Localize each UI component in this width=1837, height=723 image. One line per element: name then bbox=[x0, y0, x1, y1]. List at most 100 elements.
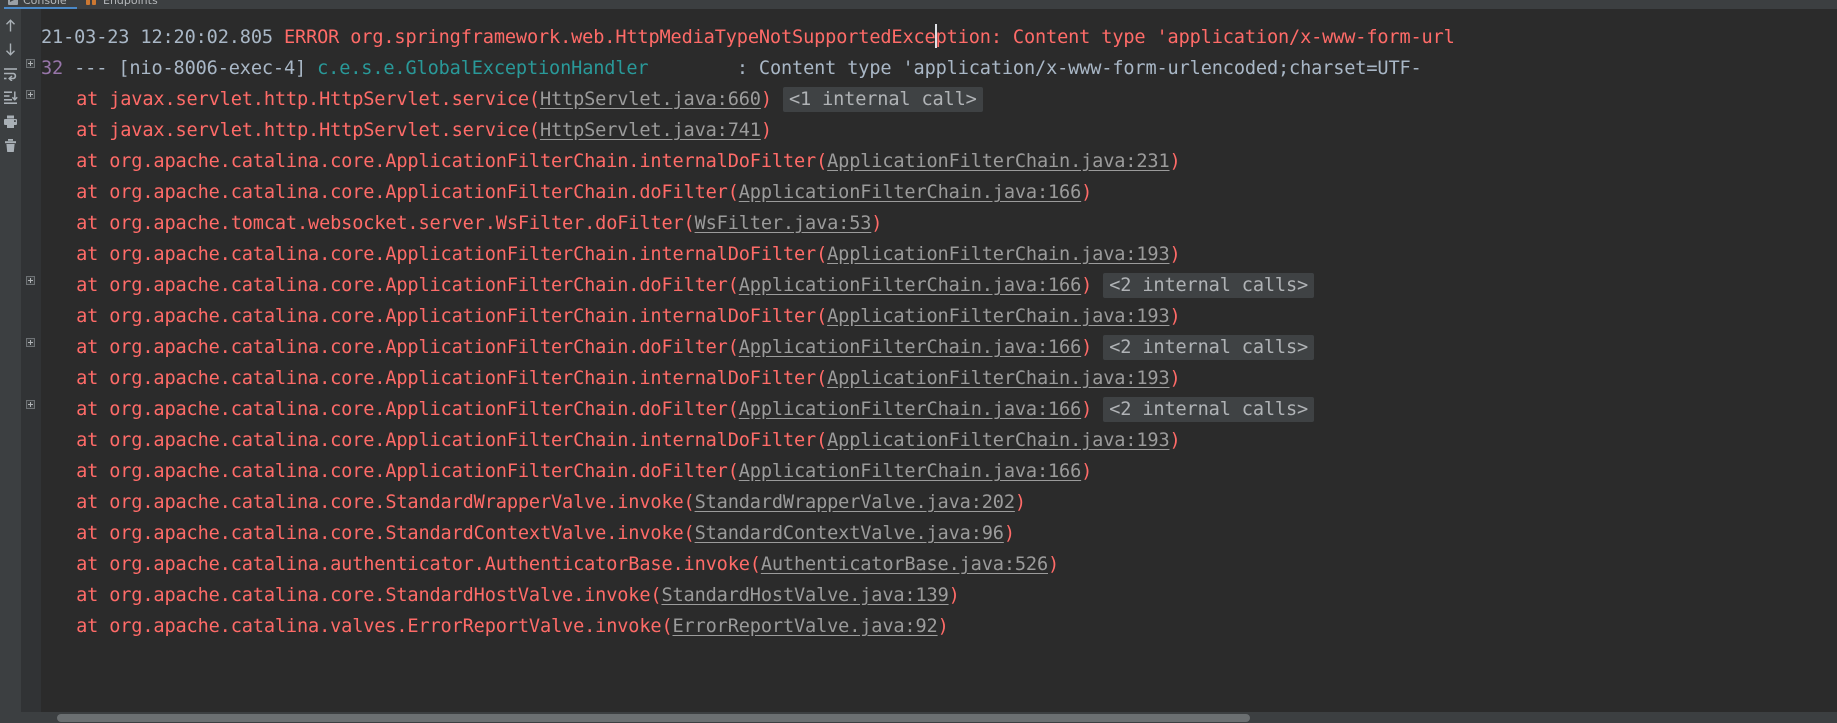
soft-wrap-icon[interactable] bbox=[0, 61, 21, 85]
source-link[interactable]: ApplicationFilterChain.java:193 bbox=[827, 368, 1170, 389]
line-text: ) bbox=[871, 213, 883, 234]
internal-calls-badge: <1 internal call> bbox=[782, 87, 983, 112]
line-text: at org.apache.catalina.valves.ErrorRepor… bbox=[54, 616, 673, 637]
console-toolbar bbox=[0, 9, 21, 723]
console-line[interactable]: at org.apache.catalina.authenticator.Aut… bbox=[41, 550, 1059, 581]
expand-fold-icon[interactable] bbox=[26, 59, 35, 68]
line-text: ption: Content type 'application/x-www-f… bbox=[935, 27, 1455, 48]
console-line[interactable]: at org.apache.catalina.core.ApplicationF… bbox=[41, 457, 1092, 488]
expand-fold-icon[interactable] bbox=[26, 338, 35, 347]
console-line[interactable]: at org.apache.tomcat.websocket.server.Ws… bbox=[41, 209, 882, 240]
console-line[interactable]: at javax.servlet.http.HttpServlet.servic… bbox=[41, 116, 772, 147]
console-line[interactable]: at javax.servlet.http.HttpServlet.servic… bbox=[41, 85, 983, 116]
horizontal-scrollbar-track[interactable] bbox=[21, 712, 1837, 723]
source-link[interactable]: ApplicationFilterChain.java:193 bbox=[827, 306, 1170, 327]
source-link[interactable]: HttpServlet.java:741 bbox=[540, 120, 761, 141]
scrollbar-corner bbox=[0, 712, 21, 723]
console-line[interactable]: at org.apache.catalina.core.ApplicationF… bbox=[41, 426, 1181, 457]
trash-icon[interactable] bbox=[0, 133, 21, 157]
source-link[interactable]: StandardWrapperValve.java:202 bbox=[695, 492, 1015, 513]
line-text: --- [nio-8006-exec-4] bbox=[63, 58, 318, 79]
line-text: at org.apache.catalina.core.ApplicationF… bbox=[54, 461, 739, 482]
logger-name: c.e.s.e.GlobalExceptionHandler bbox=[317, 58, 649, 79]
console-line[interactable]: at org.apache.catalina.core.StandardHost… bbox=[41, 581, 960, 612]
internal-calls-badge: <2 internal calls> bbox=[1103, 397, 1315, 422]
console-line[interactable]: 32 --- [nio-8006-exec-4] c.e.s.e.GlobalE… bbox=[41, 54, 1422, 85]
horizontal-scrollbar-thumb[interactable] bbox=[57, 714, 1250, 722]
source-link[interactable]: ApplicationFilterChain.java:193 bbox=[827, 430, 1170, 451]
line-text: at org.apache.catalina.core.ApplicationF… bbox=[54, 275, 739, 296]
source-link[interactable]: StandardHostValve.java:139 bbox=[661, 585, 948, 606]
line-text: ) bbox=[1081, 275, 1104, 296]
console-line[interactable]: at org.apache.catalina.core.StandardCont… bbox=[41, 519, 1015, 550]
source-link[interactable]: ApplicationFilterChain.java:166 bbox=[739, 461, 1082, 482]
source-link[interactable]: WsFilter.java:53 bbox=[695, 213, 872, 234]
internal-calls-badge: <2 internal calls> bbox=[1103, 273, 1315, 298]
line-text: at org.apache.catalina.core.ApplicationF… bbox=[54, 399, 739, 420]
source-link[interactable]: ErrorReportValve.java:92 bbox=[673, 616, 938, 637]
line-text: : Content type 'application/x-www-form-u… bbox=[648, 58, 1422, 79]
tab-console-label: Console bbox=[23, 0, 67, 7]
line-text: at org.apache.catalina.core.ApplicationF… bbox=[54, 368, 828, 389]
line-text: ) bbox=[1169, 244, 1181, 265]
console-output-panel[interactable]: 21-03-23 12:20:02.805 ERROR org.springfr… bbox=[21, 9, 1837, 723]
line-text: ) bbox=[760, 120, 772, 141]
line-text: ) bbox=[937, 616, 949, 637]
source-link[interactable]: AuthenticatorBase.java:526 bbox=[761, 554, 1048, 575]
console-lines: 21-03-23 12:20:02.805 ERROR org.springfr… bbox=[41, 9, 1837, 723]
console-line[interactable]: at org.apache.catalina.core.ApplicationF… bbox=[41, 271, 1315, 302]
source-link[interactable]: ApplicationFilterChain.java:166 bbox=[739, 182, 1082, 203]
line-text: ERROR org.springframework.web.HttpMediaT… bbox=[283, 27, 936, 48]
source-link[interactable]: ApplicationFilterChain.java:166 bbox=[739, 337, 1082, 358]
tab-endpoints[interactable]: Endpoints bbox=[86, 0, 158, 9]
print-icon[interactable] bbox=[0, 109, 21, 133]
console-line[interactable]: at org.apache.catalina.core.ApplicationF… bbox=[41, 395, 1315, 426]
line-text: at org.apache.catalina.authenticator.Aut… bbox=[54, 554, 761, 575]
line-text: at org.apache.catalina.core.ApplicationF… bbox=[54, 244, 828, 265]
line-text: ) bbox=[1003, 523, 1015, 544]
line-text: 21-03-23 12:20:02.805 bbox=[41, 27, 284, 48]
line-text: ) bbox=[1081, 399, 1104, 420]
scroll-to-end-icon[interactable] bbox=[0, 85, 21, 109]
line-text: ) bbox=[1081, 182, 1093, 203]
pid-number: 32 bbox=[41, 58, 64, 79]
source-link[interactable]: HttpServlet.java:660 bbox=[540, 89, 761, 110]
tab-endpoints-label: Endpoints bbox=[103, 0, 158, 7]
internal-calls-badge: <2 internal calls> bbox=[1103, 335, 1315, 360]
line-text: ) bbox=[1014, 492, 1026, 513]
fold-gutter bbox=[21, 9, 41, 723]
console-line[interactable]: at org.apache.catalina.core.ApplicationF… bbox=[41, 147, 1181, 178]
line-text: ) bbox=[1169, 151, 1181, 172]
source-link[interactable]: ApplicationFilterChain.java:231 bbox=[827, 151, 1170, 172]
line-text: ) bbox=[1169, 306, 1181, 327]
expand-fold-icon[interactable] bbox=[26, 400, 35, 409]
console-line[interactable]: at org.apache.catalina.core.ApplicationF… bbox=[41, 178, 1092, 209]
console-line[interactable]: at org.apache.catalina.core.StandardWrap… bbox=[41, 488, 1026, 519]
tool-window-tabstrip: Console Endpoints bbox=[0, 0, 1837, 9]
source-link[interactable]: ApplicationFilterChain.java:166 bbox=[739, 275, 1082, 296]
line-text: ) bbox=[1048, 554, 1060, 575]
source-link[interactable]: ApplicationFilterChain.java:193 bbox=[827, 244, 1170, 265]
source-link[interactable]: ApplicationFilterChain.java:166 bbox=[739, 399, 1082, 420]
console-line[interactable]: at org.apache.catalina.core.ApplicationF… bbox=[41, 333, 1315, 364]
expand-fold-icon[interactable] bbox=[26, 276, 35, 285]
console-icon bbox=[8, 0, 18, 5]
line-text: at org.apache.catalina.core.ApplicationF… bbox=[54, 337, 739, 358]
down-arrow-icon[interactable] bbox=[0, 37, 21, 61]
up-arrow-icon[interactable] bbox=[0, 13, 21, 37]
console-line[interactable]: at org.apache.catalina.core.ApplicationF… bbox=[41, 240, 1181, 271]
line-text: at javax.servlet.http.HttpServlet.servic… bbox=[54, 120, 540, 141]
line-text: at org.apache.tomcat.websocket.server.Ws… bbox=[54, 213, 695, 234]
line-text: at javax.servlet.http.HttpServlet.servic… bbox=[54, 89, 540, 110]
console-line[interactable]: 21-03-23 12:20:02.805 ERROR org.springfr… bbox=[41, 23, 1455, 54]
console-line[interactable]: at org.apache.catalina.core.ApplicationF… bbox=[41, 302, 1181, 333]
line-text: at org.apache.catalina.core.ApplicationF… bbox=[54, 430, 828, 451]
line-text: ) bbox=[1169, 430, 1181, 451]
line-text: at org.apache.catalina.core.ApplicationF… bbox=[54, 306, 828, 327]
line-text: ) bbox=[1081, 461, 1093, 482]
line-text: ) bbox=[760, 89, 783, 110]
console-line[interactable]: at org.apache.catalina.valves.ErrorRepor… bbox=[41, 612, 949, 643]
console-line[interactable]: at org.apache.catalina.core.ApplicationF… bbox=[41, 364, 1181, 395]
expand-fold-icon[interactable] bbox=[26, 90, 35, 99]
source-link[interactable]: StandardContextValve.java:96 bbox=[695, 523, 1004, 544]
